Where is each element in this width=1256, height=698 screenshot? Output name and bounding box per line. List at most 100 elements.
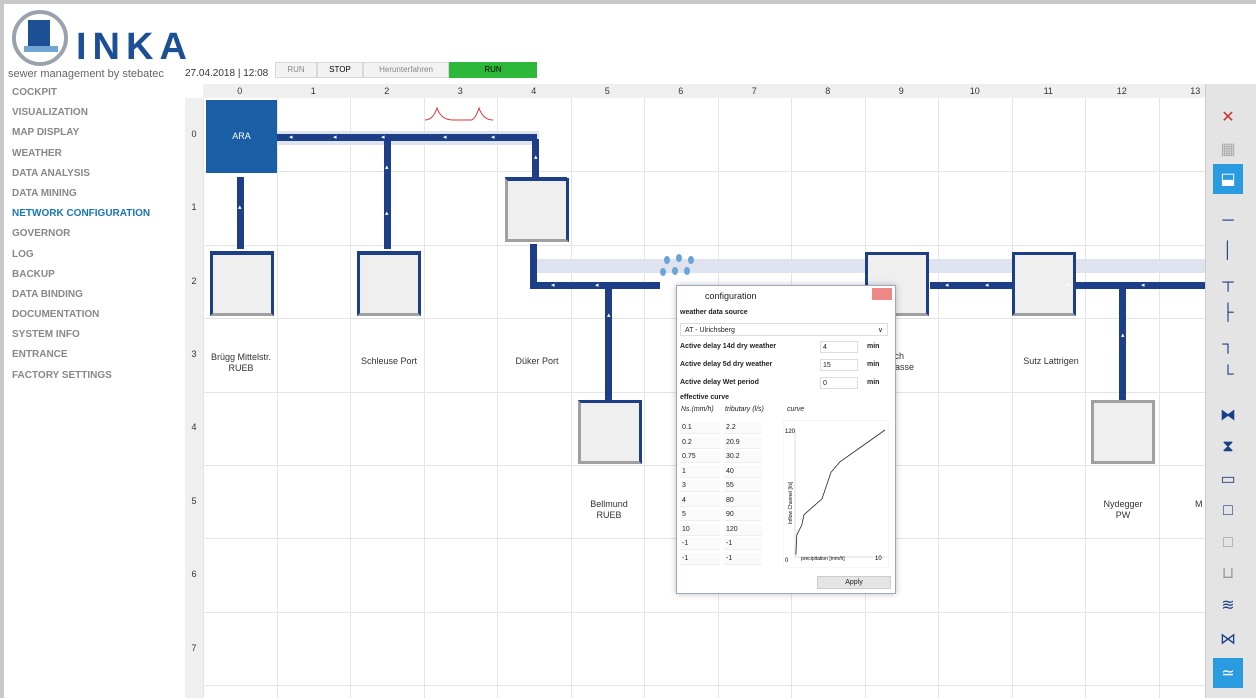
tank-small-icon[interactable]: ⊔ [1213,558,1243,588]
ns-cell[interactable]: 10 [680,523,720,536]
ns-cell[interactable]: 0.2 [680,436,720,449]
ns-cell[interactable]: -1 [680,538,720,550]
ns-cell[interactable]: 0.75 [680,451,720,463]
weather-source-select[interactable]: AT - Ulrichsberg ∨ [680,323,888,336]
connect-tool-icon[interactable]: ⬓ [1213,164,1243,194]
nav-item-log[interactable]: LOG [12,248,150,268]
grid-col-line [276,98,278,698]
tributary-cell[interactable]: 30.2 [724,451,762,463]
grid-col-line [203,98,204,698]
pipe-tee-right-icon[interactable]: ├ [1213,298,1243,328]
screen-icon[interactable]: ⋈ [1213,624,1243,654]
weir-icon[interactable]: ≋ [1213,590,1243,620]
pipe-corner-up-icon[interactable]: └ [1213,360,1243,390]
ns-cell[interactable]: 5 [680,509,720,521]
chart-ylabel: Inflow Channel [l/s] [788,481,794,524]
grid-col-header: 11 [1011,84,1085,98]
nav-item-system-info[interactable]: SYSTEM INFO [12,328,150,348]
run-status-indicator: RUN [449,62,537,78]
pipe-segment[interactable] [530,244,537,284]
nav-item-weather[interactable]: WEATHER [12,147,150,167]
tank-duker[interactable] [505,178,569,242]
nav-item-data-analysis[interactable]: DATA ANALYSIS [12,167,150,187]
rain-icon [660,254,694,276]
grid-col-line [1011,98,1013,698]
param-input-14d[interactable]: 4 [820,341,858,353]
nav-item-visualization[interactable]: VISUALIZATION [12,106,150,126]
tank-nydegger[interactable] [1091,400,1155,464]
shutdown-button[interactable]: Herunterfahren [363,62,449,78]
pipe-tee-down-icon[interactable]: ┬ [1213,268,1243,298]
tools-icon[interactable]: ✕ [1213,102,1243,132]
grid-col-header: 5 [570,84,644,98]
tank-grey-icon[interactable]: □ [1213,528,1243,558]
dialog-close-button[interactable] [872,288,892,300]
tank-open-icon[interactable]: ▭ [1213,464,1243,494]
nav-item-factory-settings[interactable]: FACTORY SETTINGS [12,369,150,389]
valve-horizontal-icon[interactable]: ⧓ [1213,400,1243,430]
ns-cell[interactable]: -1 [680,552,720,565]
pipe-segment[interactable] [277,134,537,141]
grid-col-header: 13 [1158,84,1205,98]
grid-col-header: 1 [276,84,350,98]
node-label-bellmund: Bellmund RUEB [590,499,628,520]
stop-button[interactable]: STOP [317,62,363,78]
tributary-cell[interactable]: 80 [724,494,762,507]
nav-item-backup[interactable]: BACKUP [12,268,150,288]
nav-item-documentation[interactable]: DOCUMENTATION [12,308,150,328]
run-button[interactable]: RUN [275,62,317,78]
pipe-vertical-icon[interactable]: │ [1213,236,1243,266]
weather-source-value: AT - Ulrichsberg [685,327,735,334]
ara-node[interactable]: ARA [206,100,277,173]
pipe-segment[interactable] [237,177,244,249]
col-header-ns: Ns.(mm/h) [681,406,714,413]
nav-item-data-binding[interactable]: DATA BINDING [12,288,150,308]
pipe-corner-down-icon[interactable]: ┐ [1213,330,1243,360]
chart-xlabel: precipitation [mm/h] [801,556,845,562]
tributary-cell[interactable]: 55 [724,480,762,492]
nav-item-entrance[interactable]: ENTRANCE [12,348,150,368]
curve-label: effective curve [680,394,730,401]
row-header-strip [185,98,203,698]
pipe-horizontal-icon[interactable]: ─ [1213,206,1243,236]
param-input-5d[interactable]: 15 [820,359,858,371]
nav-item-governor[interactable]: GOVERNOR [12,227,150,247]
nav-item-network-configuration[interactable]: NETWORK CONFIGURATION [12,207,150,227]
ns-cell[interactable]: 0.1 [680,422,720,434]
chevron-down-icon: ∨ [877,327,883,334]
grid-view-icon[interactable]: ▦ [1213,134,1243,164]
chart-ymax: 120 [785,429,796,435]
node-label-nydegger: Nydegger PW [1103,499,1143,520]
param-input-wet[interactable]: 0 [820,377,858,389]
pipe-segment[interactable] [384,139,391,249]
flow-arrow-icon: ◂ [985,282,989,289]
tributary-cell[interactable]: -1 [724,552,762,565]
chart-xmax: 10 [875,556,882,562]
grid-col-header: 8 [791,84,865,98]
apply-button[interactable]: Apply [817,576,891,589]
param-label-wet: Active delay Wet period [680,379,759,386]
tank-bellmund[interactable] [578,400,642,464]
tributary-cell[interactable]: 120 [724,523,762,536]
grid-row-header: 6 [191,569,197,580]
tributary-cell[interactable]: 2.2 [724,422,762,434]
pipe-segment[interactable] [605,284,612,400]
app-name: INKA [76,26,193,68]
tributary-cell[interactable]: 40 [724,465,762,478]
tank-brugg[interactable] [210,252,274,316]
grid-col-header: 12 [1085,84,1159,98]
nav-item-data-mining[interactable]: DATA MINING [12,187,150,207]
col-header-trib: tributary (l/s) [725,406,764,413]
tributary-cell[interactable]: 90 [724,509,762,521]
nav-item-map-display[interactable]: MAP DISPLAY [12,126,150,146]
tank-closed-icon[interactable]: □ [1213,496,1243,526]
nav-item-cockpit[interactable]: COCKPIT [12,86,150,106]
ns-cell[interactable]: 4 [680,494,720,507]
overflow-icon[interactable]: ≃ [1213,658,1243,688]
ns-cell[interactable]: 1 [680,465,720,478]
tributary-cell[interactable]: -1 [724,538,762,550]
ns-cell[interactable]: 3 [680,480,720,492]
tributary-cell[interactable]: 20.9 [724,436,762,449]
tank-schleuse[interactable] [357,252,421,316]
valve-vertical-icon[interactable]: ⧗ [1213,432,1243,462]
